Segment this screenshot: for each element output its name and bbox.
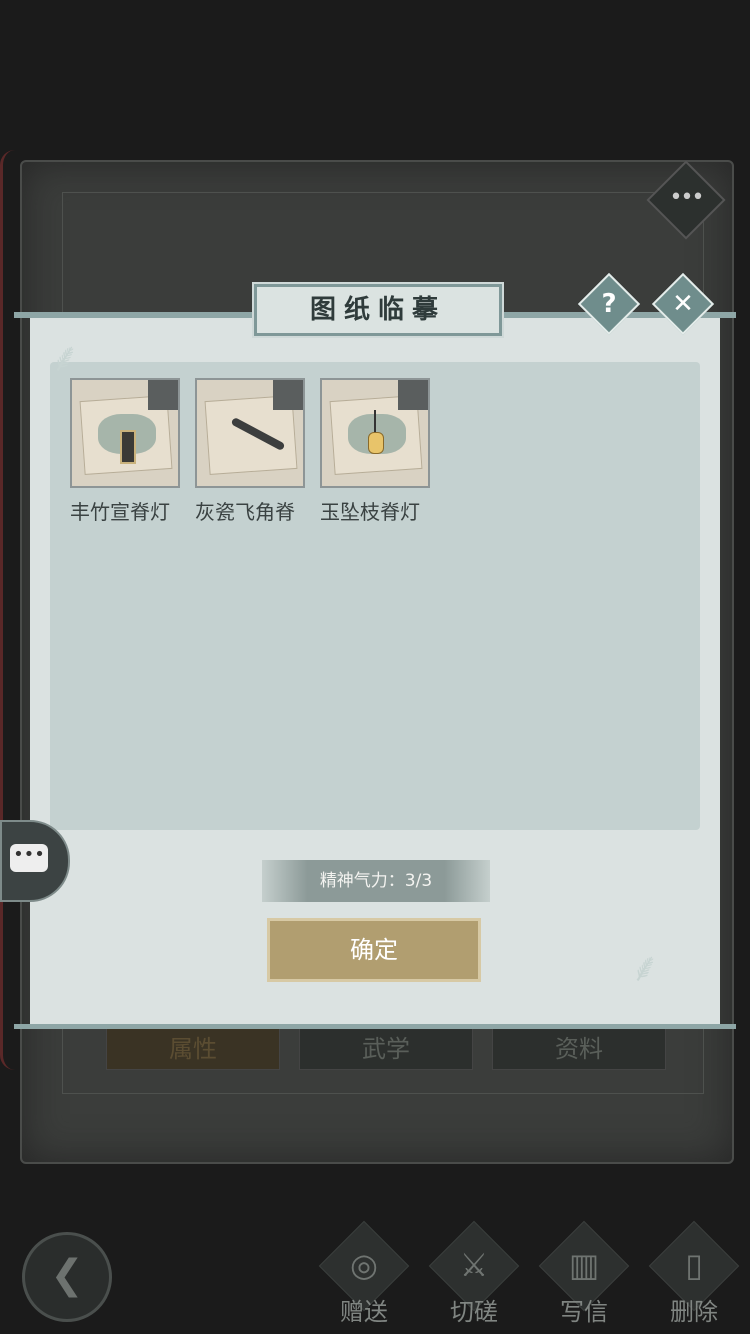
spar-button[interactable]: ⚔ 切磋 <box>424 1220 524 1328</box>
bamboo-decor-icon: ⸙ <box>630 945 660 991</box>
confirm-button[interactable]: 确定 <box>267 918 481 982</box>
blueprint-item[interactable]: 玉坠枝脊灯 <box>320 378 430 525</box>
gift-button[interactable]: ◎ 赠送 <box>314 1220 414 1328</box>
tab-martial-arts[interactable]: 武学 <box>299 1028 473 1070</box>
delete-button[interactable]: ▯ 删除 <box>644 1220 744 1328</box>
bamboo-decor-icon: ⸙ <box>50 335 80 381</box>
book-ribbon <box>0 150 15 1070</box>
tab-profile[interactable]: 资料 <box>492 1028 666 1070</box>
chat-icon: ••• <box>10 844 48 872</box>
back-button[interactable]: ❮ <box>22 1232 112 1322</box>
blueprint-card[interactable] <box>70 378 180 488</box>
lantern-string <box>374 410 376 432</box>
close-icon: ✕ <box>672 289 694 319</box>
write-letter-label: 写信 <box>560 1298 608 1326</box>
tab-attributes[interactable]: 属性 <box>106 1028 280 1070</box>
letter-icon: ▥ <box>568 1246 600 1284</box>
delete-label: 删除 <box>670 1298 718 1326</box>
stamina-status: 精神气力：3/3 <box>262 860 490 902</box>
blueprint-card[interactable] <box>320 378 430 488</box>
blueprint-corner <box>398 380 428 410</box>
dialog-title: 图纸临摹 <box>252 282 504 338</box>
more-icon: ••• <box>669 185 703 210</box>
blueprint-name: 丰竹宣脊灯 <box>70 500 170 524</box>
blueprint-corner <box>148 380 178 410</box>
blueprint-card[interactable] <box>195 378 305 488</box>
lantern-scroll-icon <box>120 430 136 464</box>
trash-icon: ▯ <box>685 1246 703 1284</box>
write-letter-button[interactable]: ▥ 写信 <box>534 1220 634 1328</box>
hanging-lantern-icon <box>368 432 384 454</box>
gift-label: 赠送 <box>340 1298 388 1326</box>
sword-icon: ⚔ <box>459 1246 489 1284</box>
spar-label: 切磋 <box>450 1298 498 1326</box>
scroll-icon: ◎ <box>350 1246 378 1284</box>
blueprint-name: 玉坠枝脊灯 <box>320 500 420 524</box>
question-icon: ? <box>601 289 617 319</box>
blueprint-corner <box>273 380 303 410</box>
blueprint-item[interactable]: 丰竹宣脊灯 <box>70 378 180 525</box>
blueprint-name: 灰瓷飞角脊 <box>195 500 295 524</box>
blueprint-item[interactable]: 灰瓷飞角脊 <box>195 378 305 525</box>
